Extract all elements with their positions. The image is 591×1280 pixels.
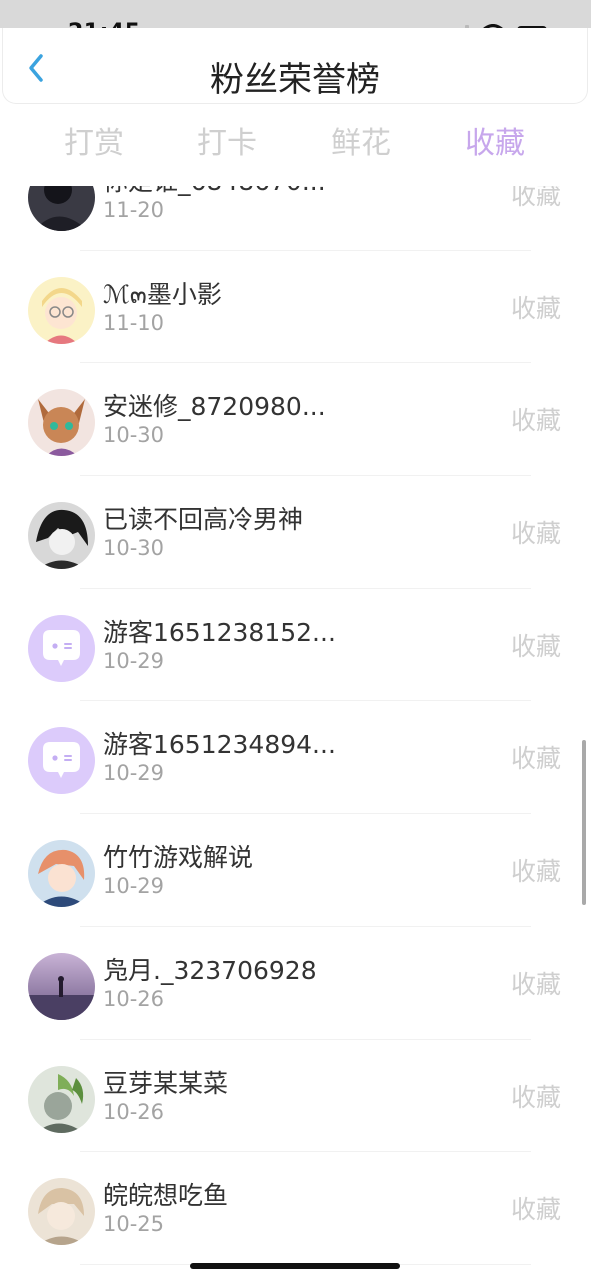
user-name: 已读不回高冷男神 xyxy=(103,505,304,535)
favorite-label: 收藏 xyxy=(510,186,561,210)
favorite-date: 10-25 xyxy=(103,1212,165,1237)
favorite-date: 10-30 xyxy=(103,536,165,561)
favorite-label: 收藏 xyxy=(510,519,561,549)
favorite-date: 10-29 xyxy=(103,874,165,899)
nav-header: 粉丝荣誉榜 xyxy=(2,28,588,104)
scrollbar[interactable] xyxy=(582,740,586,905)
user-name: ℳ๓墨小影 xyxy=(103,279,222,309)
user-name: 你是谁_6848670... xyxy=(103,186,326,198)
user-name: 安迷修_8720980... xyxy=(103,392,326,422)
list-item[interactable]: 安迷修_8720980... 10-30 收藏 xyxy=(0,363,591,477)
favorite-date: 10-26 xyxy=(103,1099,165,1124)
user-avatar xyxy=(28,952,95,1020)
favorite-date: 10-29 xyxy=(103,648,165,673)
user-name: 凫月._323706928 xyxy=(103,955,317,985)
user-name: 游客1651238152... xyxy=(103,617,336,647)
favorite-label: 收藏 xyxy=(510,406,561,436)
favorite-date: 11-20 xyxy=(103,198,165,222)
tab-checkin[interactable]: 打卡 xyxy=(197,118,257,162)
user-avatar xyxy=(28,389,95,457)
user-name: 皖皖想吃鱼 xyxy=(103,1181,229,1211)
favorite-date: 10-26 xyxy=(103,986,165,1011)
favorite-date: 10-30 xyxy=(103,423,165,448)
favorite-date: 11-10 xyxy=(103,310,165,335)
tab-reward[interactable]: 打赏 xyxy=(64,118,124,162)
user-avatar xyxy=(28,186,95,231)
favorite-label: 收藏 xyxy=(510,1195,561,1225)
favorite-label: 收藏 xyxy=(510,744,561,774)
user-avatar xyxy=(28,502,95,570)
user-avatar xyxy=(28,1065,95,1133)
list-item[interactable]: 已读不回高冷男神 10-30 收藏 xyxy=(0,476,591,589)
user-name: 游客1651234894... xyxy=(103,730,336,760)
tab-favorites[interactable]: 收藏 xyxy=(465,118,525,162)
user-name: 竹竹游戏解说 xyxy=(103,843,254,873)
user-avatar xyxy=(28,1178,95,1246)
list-item[interactable]: 豆芽某某菜 10-26 收藏 xyxy=(0,1040,591,1153)
user-name: 豆芽某某菜 xyxy=(103,1068,229,1098)
fan-list[interactable]: 你是谁_6848670... 11-20 收藏 ℳ๓墨小影 11-10 收藏 安… xyxy=(0,186,591,1280)
guest-avatar-icon xyxy=(28,727,95,795)
page-title: 粉丝荣誉榜 xyxy=(210,60,380,100)
favorite-date: 10-29 xyxy=(103,761,165,786)
tab-bar: 打赏 打卡 鲜花 收藏 xyxy=(0,110,591,166)
tab-flowers[interactable]: 鲜花 xyxy=(331,118,391,162)
favorite-label: 收藏 xyxy=(510,631,561,661)
list-item[interactable]: ℳ๓墨小影 11-10 收藏 xyxy=(0,251,591,364)
favorite-label: 收藏 xyxy=(510,1082,561,1112)
favorite-label: 收藏 xyxy=(510,857,561,887)
list-item[interactable]: 皖皖想吃鱼 10-25 收藏 xyxy=(0,1152,591,1265)
user-avatar xyxy=(28,276,95,344)
list-item[interactable]: 你是谁_6848670... 11-20 收藏 xyxy=(0,186,591,251)
favorite-label: 收藏 xyxy=(510,969,561,999)
list-item[interactable]: 凫月._323706928 10-26 收藏 xyxy=(0,927,591,1040)
user-avatar xyxy=(28,840,95,908)
list-item[interactable]: 竹竹游戏解说 10-29 收藏 xyxy=(0,814,591,927)
home-indicator[interactable] xyxy=(190,1263,400,1269)
list-item[interactable]: 游客1651234894... 10-29 收藏 xyxy=(0,701,591,815)
list-item[interactable]: 游客1651238152... 10-29 收藏 xyxy=(0,589,591,702)
guest-avatar-icon xyxy=(28,614,95,682)
favorite-label: 收藏 xyxy=(510,293,561,323)
